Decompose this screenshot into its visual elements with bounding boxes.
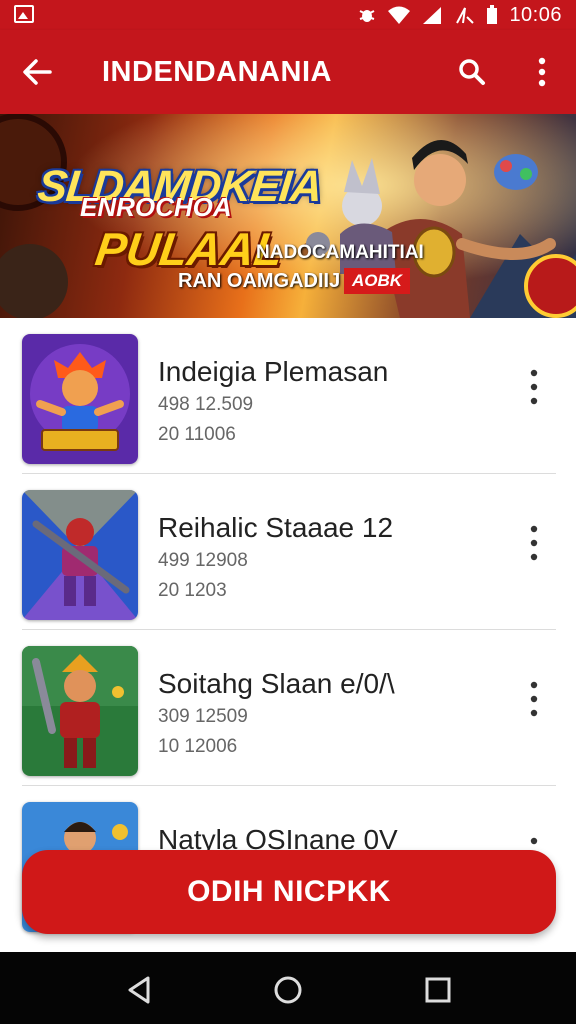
item-title: Reihalic Staaae 12 — [158, 512, 394, 543]
signal-alt-icon — [456, 7, 475, 24]
item-meta-secondary: 10 12006 — [158, 736, 238, 757]
status-time: 10:06 — [509, 3, 562, 26]
status-bar: 10:06 — [0, 0, 576, 30]
nav-home-icon[interactable] — [272, 974, 304, 1006]
list-item[interactable]: Soitahg Slaan e/0/\ 309 12509 10 12006 — [0, 630, 576, 786]
item-meta-secondary: 20 11006 — [158, 424, 236, 445]
primary-action-label: ODIH NICPKK — [187, 875, 391, 908]
bug-icon — [359, 10, 375, 22]
page-title: INDENDANANIA — [102, 56, 332, 88]
banner-subtitle: ENROCHOA — [80, 192, 232, 222]
promo-banner[interactable]: SLDAMDKEIA ENROCHOA PULAAL NADOCAMAHITIA… — [0, 114, 576, 318]
signal-icon — [423, 7, 442, 24]
more-vert-icon[interactable] — [520, 364, 548, 410]
status-icons: 10:06 — [357, 0, 562, 30]
nav-recents-icon[interactable] — [424, 976, 452, 1004]
game-thumbnail — [22, 334, 138, 464]
more-vert-icon[interactable] — [528, 54, 556, 90]
list-item[interactable]: Reihalic Staaae 12 499 12908 20 1203 — [0, 474, 576, 630]
nav-back-icon[interactable] — [124, 974, 156, 1006]
game-thumbnail — [22, 646, 138, 776]
banner-badge: AOBK — [344, 268, 411, 294]
banner-line: RAN OAMGADIIJ — [178, 270, 341, 292]
arrow-left-icon[interactable] — [18, 52, 58, 92]
item-meta-primary: 309 12509 — [158, 706, 248, 727]
battery-icon — [487, 5, 498, 24]
item-title: Indeigia Plemasan — [158, 356, 389, 387]
item-title: Soitahg Slaan e/0/\ — [158, 668, 395, 699]
more-vert-icon[interactable] — [520, 676, 548, 722]
primary-action-button[interactable]: ODIH NICPKK — [22, 850, 556, 934]
more-vert-icon[interactable] — [520, 520, 548, 566]
wifi-icon — [388, 6, 411, 24]
list-item[interactable]: Indeigia Plemasan 498 12.509 20 11006 — [0, 318, 576, 474]
gallery-icon — [14, 5, 34, 23]
search-icon[interactable] — [456, 56, 488, 88]
item-meta-primary: 498 12.509 — [158, 394, 254, 415]
item-meta-secondary: 20 1203 — [158, 580, 227, 601]
game-thumbnail — [22, 490, 138, 620]
app-bar: INDENDANANIA — [0, 30, 576, 114]
system-nav-bar — [0, 952, 576, 1024]
banner-tagline: NADOCAMAHITIAI — [256, 242, 424, 263]
item-meta-primary: 499 12908 — [158, 550, 248, 571]
